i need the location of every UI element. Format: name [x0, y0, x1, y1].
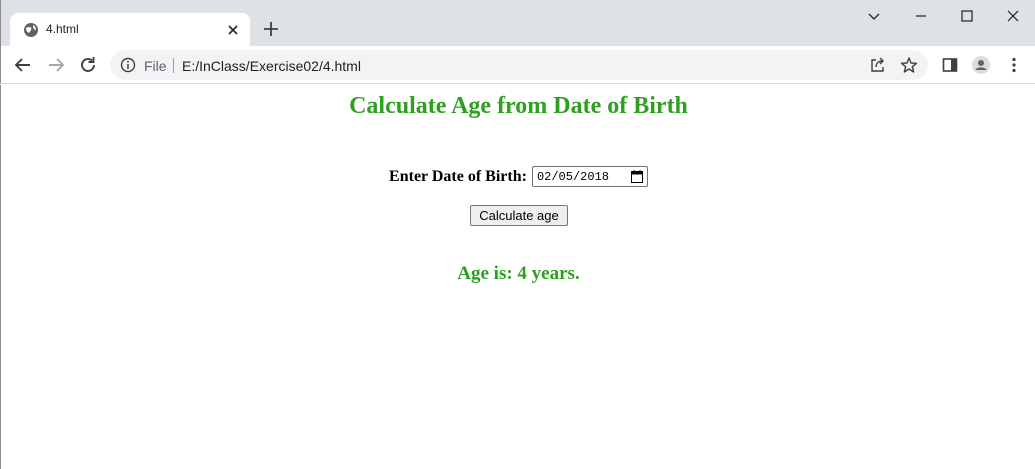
- page-title: Calculate Age from Date of Birth: [349, 93, 688, 119]
- address-divider: [173, 58, 174, 73]
- dob-label: Enter Date of Birth:: [389, 167, 527, 185]
- tab-strip: 4.html: [0, 0, 1035, 47]
- chevron-down-icon[interactable]: [864, 6, 884, 26]
- dob-row: Enter Date of Birth: 02/05/2018: [1, 166, 1035, 187]
- page-content: Calculate Age from Date of Birth Enter D…: [0, 85, 1035, 469]
- dob-date-input[interactable]: 02/05/2018: [531, 166, 648, 187]
- forward-arrow-icon[interactable]: [46, 55, 66, 75]
- url-text[interactable]: E:/InClass/Exercise02/4.html: [182, 58, 361, 74]
- globe-icon: [24, 23, 38, 37]
- close-icon[interactable]: [226, 23, 240, 37]
- back-arrow-icon[interactable]: [13, 55, 33, 75]
- side-panel-icon[interactable]: [940, 55, 960, 75]
- window-close-icon[interactable]: [1003, 6, 1023, 26]
- calculate-age-button[interactable]: Calculate age: [470, 205, 568, 226]
- tab-title: 4.html: [46, 22, 79, 36]
- share-icon[interactable]: [869, 56, 887, 74]
- info-icon[interactable]: [120, 57, 136, 73]
- age-result: Age is: 4 years.: [457, 263, 580, 284]
- browser-toolbar: File E:/InClass/Exercise02/4.html: [0, 46, 1035, 84]
- calendar-icon[interactable]: [630, 170, 643, 183]
- maximize-icon[interactable]: [957, 6, 977, 26]
- new-tab-icon[interactable]: [263, 21, 279, 37]
- scheme-label: File: [144, 58, 167, 74]
- more-menu-icon[interactable]: [1004, 55, 1024, 75]
- minimize-icon[interactable]: [911, 6, 931, 26]
- bookmark-star-icon[interactable]: [900, 56, 918, 74]
- profile-avatar-icon[interactable]: [971, 55, 991, 75]
- reload-icon[interactable]: [78, 55, 98, 75]
- browser-tab[interactable]: 4.html: [10, 13, 250, 47]
- dob-date-value: 02/05/2018: [536, 170, 609, 184]
- address-bar[interactable]: File E:/InClass/Exercise02/4.html: [110, 50, 928, 80]
